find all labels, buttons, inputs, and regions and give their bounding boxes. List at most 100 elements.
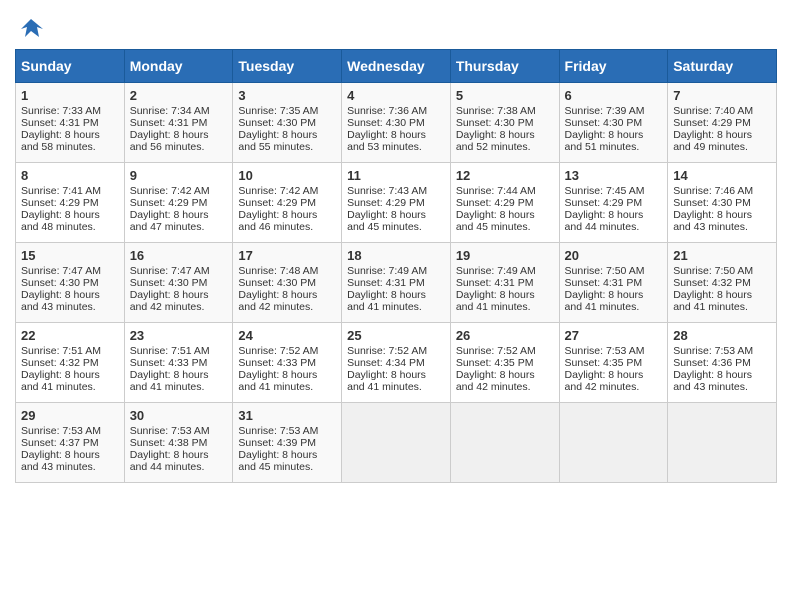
sunset-text: Sunset: 4:30 PM: [21, 277, 99, 289]
calendar-day-cell: 25Sunrise: 7:52 AMSunset: 4:34 PMDayligh…: [342, 323, 451, 403]
daylight-text: Daylight: 8 hours and 41 minutes.: [673, 289, 752, 313]
sunset-text: Sunset: 4:29 PM: [21, 197, 99, 209]
daylight-text: Daylight: 8 hours and 48 minutes.: [21, 209, 100, 233]
daylight-text: Daylight: 8 hours and 55 minutes.: [238, 129, 317, 153]
sunset-text: Sunset: 4:37 PM: [21, 437, 99, 449]
day-number: 23: [130, 328, 228, 343]
calendar-day-cell: 30Sunrise: 7:53 AMSunset: 4:38 PMDayligh…: [124, 403, 233, 483]
sunset-text: Sunset: 4:35 PM: [565, 357, 643, 369]
day-of-week-header: Sunday: [16, 50, 125, 83]
daylight-text: Daylight: 8 hours and 45 minutes.: [456, 209, 535, 233]
day-number: 17: [238, 248, 336, 263]
daylight-text: Daylight: 8 hours and 42 minutes.: [238, 289, 317, 313]
day-number: 27: [565, 328, 663, 343]
calendar-day-cell: 9Sunrise: 7:42 AMSunset: 4:29 PMDaylight…: [124, 163, 233, 243]
calendar-day-cell: 12 Sunrise: 7:44 AMSunset: 4:29 PMDayligh…: [450, 163, 559, 243]
sunset-text: Sunset: 4:29 PM: [456, 197, 534, 209]
calendar-day-cell: 16Sunrise: 7:47 AMSunset: 4:30 PMDayligh…: [124, 243, 233, 323]
day-number: 4: [347, 88, 445, 103]
sunset-text: Sunset: 4:30 PM: [673, 197, 751, 209]
day-of-week-header: Saturday: [668, 50, 777, 83]
sunrise-text: Sunrise: 7:52 AM: [347, 345, 427, 357]
sunset-text: Sunset: 4:30 PM: [130, 277, 208, 289]
day-number: 22: [21, 328, 119, 343]
calendar-week-row: 15Sunrise: 7:47 AMSunset: 4:30 PMDayligh…: [16, 243, 777, 323]
sunrise-text: Sunrise: 7:53 AM: [130, 425, 210, 437]
sunrise-text: Sunrise: 7:51 AM: [21, 345, 101, 357]
calendar-day-cell: 8Sunrise: 7:41 AMSunset: 4:29 PMDaylight…: [16, 163, 125, 243]
sunrise-text: Sunrise: 7:44 AM: [456, 185, 536, 197]
day-number: 31: [238, 408, 336, 423]
sunrise-text: Sunrise: 7:49 AM: [347, 265, 427, 277]
daylight-text: Daylight: 8 hours and 46 minutes.: [238, 209, 317, 233]
day-number: 3: [238, 88, 336, 103]
sunset-text: Sunset: 4:33 PM: [238, 357, 316, 369]
day-number: 29: [21, 408, 119, 423]
calendar-day-cell: 20Sunrise: 7:50 AMSunset: 4:31 PMDayligh…: [559, 243, 668, 323]
sunrise-text: Sunrise: 7:53 AM: [21, 425, 101, 437]
daylight-text: Daylight: 8 hours and 43 minutes.: [673, 209, 752, 233]
sunrise-text: Sunrise: 7:35 AM: [238, 105, 318, 117]
calendar-day-cell: 13Sunrise: 7:45 AMSunset: 4:29 PMDayligh…: [559, 163, 668, 243]
sunrise-text: Sunrise: 7:45 AM: [565, 185, 645, 197]
calendar-day-cell: 17Sunrise: 7:48 AMSunset: 4:30 PMDayligh…: [233, 243, 342, 323]
day-number: 13: [565, 168, 663, 183]
sunrise-text: Sunrise: 7:53 AM: [565, 345, 645, 357]
sunset-text: Sunset: 4:31 PM: [565, 277, 643, 289]
calendar-day-cell: 4Sunrise: 7:36 AMSunset: 4:30 PMDaylight…: [342, 83, 451, 163]
calendar-day-cell: 29Sunrise: 7:53 AMSunset: 4:37 PMDayligh…: [16, 403, 125, 483]
day-number: 6: [565, 88, 663, 103]
calendar-day-cell: 21Sunrise: 7:50 AMSunset: 4:32 PMDayligh…: [668, 243, 777, 323]
calendar-day-cell: 10Sunrise: 7:42 AMSunset: 4:29 PMDayligh…: [233, 163, 342, 243]
calendar-day-cell: 22Sunrise: 7:51 AMSunset: 4:32 PMDayligh…: [16, 323, 125, 403]
daylight-text: Daylight: 8 hours and 49 minutes.: [673, 129, 752, 153]
day-number: 19: [456, 248, 554, 263]
calendar-day-cell: [450, 403, 559, 483]
calendar-week-row: 8Sunrise: 7:41 AMSunset: 4:29 PMDaylight…: [16, 163, 777, 243]
day-number: 10: [238, 168, 336, 183]
sunrise-text: Sunrise: 7:38 AM: [456, 105, 536, 117]
daylight-text: Daylight: 8 hours and 41 minutes.: [238, 369, 317, 393]
daylight-text: Daylight: 8 hours and 41 minutes.: [565, 289, 644, 313]
daylight-text: Daylight: 8 hours and 42 minutes.: [565, 369, 644, 393]
calendar-day-cell: 24Sunrise: 7:52 AMSunset: 4:33 PMDayligh…: [233, 323, 342, 403]
day-number: 30: [130, 408, 228, 423]
daylight-text: Daylight: 8 hours and 43 minutes.: [21, 289, 100, 313]
sunset-text: Sunset: 4:35 PM: [456, 357, 534, 369]
calendar-week-row: 29Sunrise: 7:53 AMSunset: 4:37 PMDayligh…: [16, 403, 777, 483]
page-header: [15, 15, 777, 39]
day-number: 12: [456, 168, 554, 183]
calendar-day-cell: [668, 403, 777, 483]
daylight-text: Daylight: 8 hours and 44 minutes.: [130, 449, 209, 473]
day-of-week-header: Friday: [559, 50, 668, 83]
day-number: 14: [673, 168, 771, 183]
sunrise-text: Sunrise: 7:42 AM: [130, 185, 210, 197]
day-number: 11: [347, 168, 445, 183]
calendar-day-cell: 18Sunrise: 7:49 AMSunset: 4:31 PMDayligh…: [342, 243, 451, 323]
sunset-text: Sunset: 4:29 PM: [673, 117, 751, 129]
sunset-text: Sunset: 4:29 PM: [565, 197, 643, 209]
calendar-day-cell: [342, 403, 451, 483]
sunrise-text: Sunrise: 7:53 AM: [238, 425, 318, 437]
sunset-text: Sunset: 4:30 PM: [456, 117, 534, 129]
day-number: 8: [21, 168, 119, 183]
sunset-text: Sunset: 4:31 PM: [21, 117, 99, 129]
daylight-text: Daylight: 8 hours and 43 minutes.: [673, 369, 752, 393]
calendar-day-cell: 2Sunrise: 7:34 AMSunset: 4:31 PMDaylight…: [124, 83, 233, 163]
day-number: 28: [673, 328, 771, 343]
day-of-week-header: Tuesday: [233, 50, 342, 83]
calendar-header-row: SundayMondayTuesdayWednesdayThursdayFrid…: [16, 50, 777, 83]
calendar-week-row: 22Sunrise: 7:51 AMSunset: 4:32 PMDayligh…: [16, 323, 777, 403]
sunset-text: Sunset: 4:33 PM: [130, 357, 208, 369]
daylight-text: Daylight: 8 hours and 41 minutes.: [347, 289, 426, 313]
daylight-text: Daylight: 8 hours and 42 minutes.: [456, 369, 535, 393]
sunrise-text: Sunrise: 7:47 AM: [21, 265, 101, 277]
sunrise-text: Sunrise: 7:33 AM: [21, 105, 101, 117]
daylight-text: Daylight: 8 hours and 41 minutes.: [21, 369, 100, 393]
sunrise-text: Sunrise: 7:50 AM: [673, 265, 753, 277]
logo: [15, 15, 45, 39]
sunset-text: Sunset: 4:31 PM: [456, 277, 534, 289]
sunset-text: Sunset: 4:31 PM: [130, 117, 208, 129]
calendar-day-cell: 11Sunrise: 7:43 AMSunset: 4:29 PMDayligh…: [342, 163, 451, 243]
day-number: 15: [21, 248, 119, 263]
